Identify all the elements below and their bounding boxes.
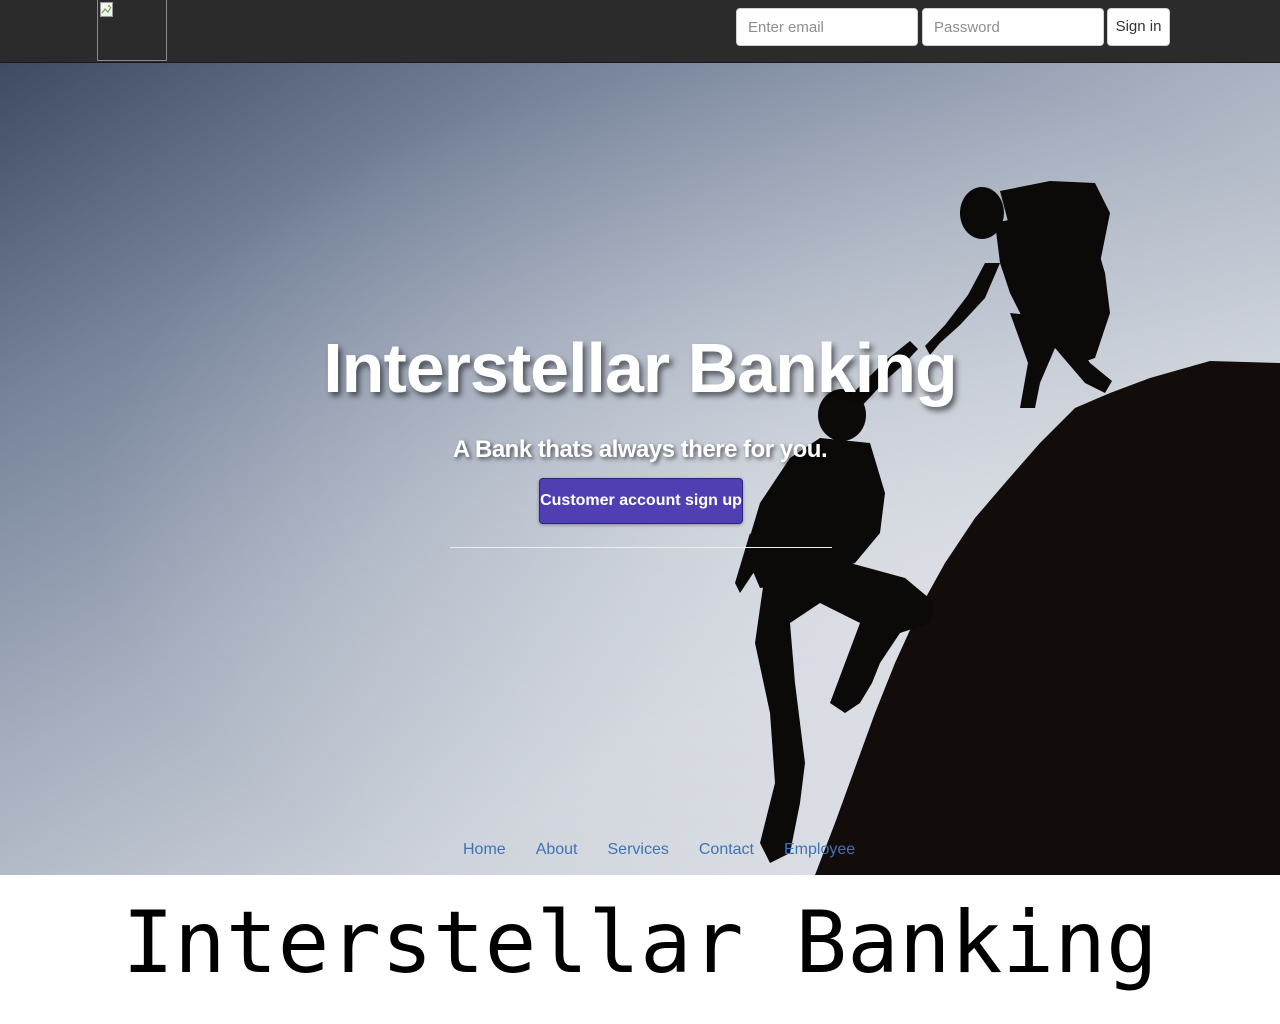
footer-nav: Home About Services Contact Employee [463,841,855,859]
climbers-silhouette-image [0,63,1280,875]
nav-link-services[interactable]: Services [608,841,669,859]
hero-divider [450,547,832,548]
top-navbar: Sign in [0,0,1280,63]
nav-link-about[interactable]: About [536,841,578,859]
customer-signup-button[interactable]: Customer account sign up [539,478,743,524]
caption-title: Interstellar Banking [0,875,1280,1024]
nav-link-employee[interactable]: Employee [784,841,855,859]
nav-link-contact[interactable]: Contact [699,841,754,859]
sign-in-button[interactable]: Sign in [1107,8,1170,46]
hero-title: Interstellar Banking [323,329,958,407]
logo-image-placeholder[interactable] [97,0,167,61]
broken-image-icon [100,2,113,17]
hero-subtitle: A Bank thats always there for you. [452,436,828,463]
email-field[interactable] [736,8,918,46]
password-field[interactable] [922,8,1104,46]
hero-section: Interstellar Banking A Bank thats always… [0,63,1280,875]
nav-link-home[interactable]: Home [463,841,506,859]
